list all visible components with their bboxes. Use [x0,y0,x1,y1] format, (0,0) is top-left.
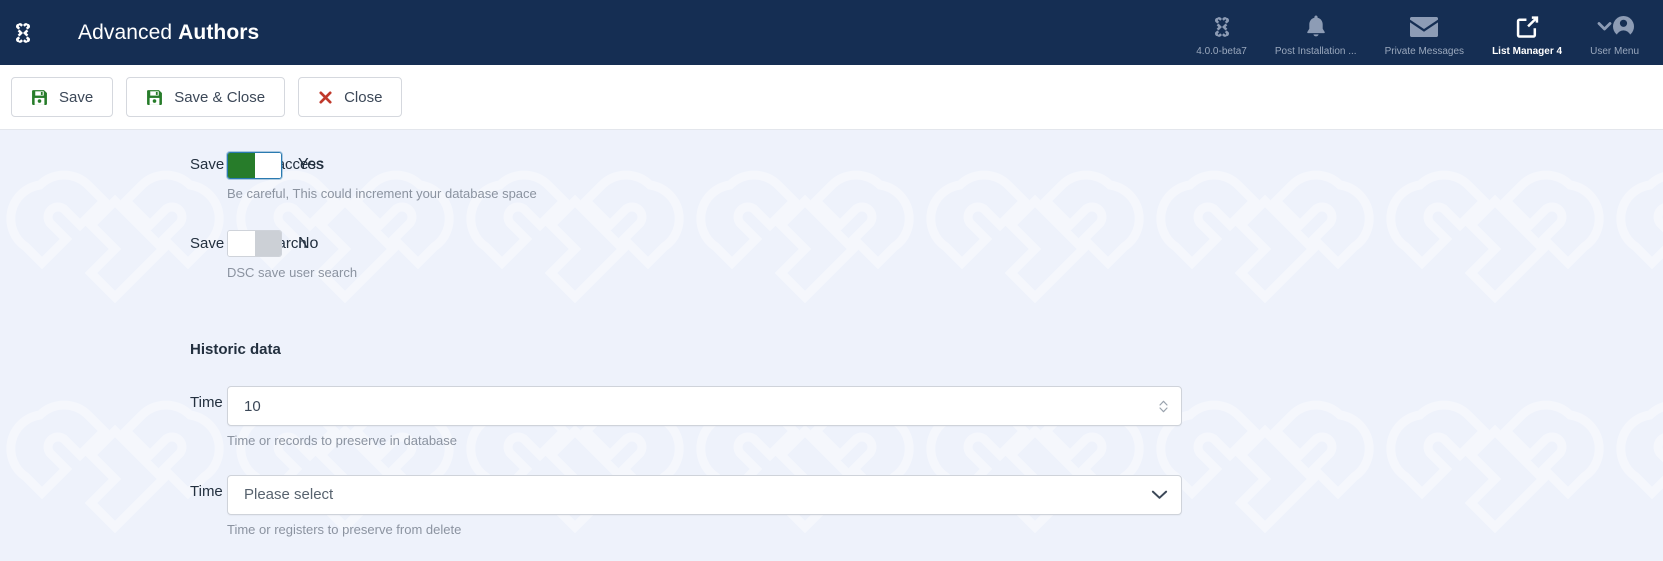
user-avatar-icon [1594,12,1636,42]
header-tool-label: Post Installation ... [1274,46,1357,57]
envelope-icon [1409,12,1439,42]
save-user-search-toggle[interactable] [227,230,282,258]
toggle-state-label: No [298,234,319,252]
close-button-label: Close [344,88,383,106]
save-and-close-button-label: Save & Close [174,88,266,106]
save-history-access-toggle[interactable] [227,151,282,179]
toolbar: Save Save & Close Close [0,65,1663,130]
save-disk-icon [146,89,163,106]
joomla-version-icon [1209,12,1235,42]
header-tool-post-installation[interactable]: Post Installation ... [1261,0,1371,65]
toggle-track-right [254,231,281,257]
header-tool-label: List Manager 4 [1492,46,1563,57]
page-title: Advanced Authors [78,21,259,45]
field-save-user-search: Save user search No DSC save user search [0,227,1663,282]
field-help-text: Time or records to preserve in database [227,433,458,449]
header-tools: 4.0.0-beta7 Post Installation ... Privat… [1182,0,1663,65]
joomla-logo-icon[interactable] [10,20,36,46]
number-stepper-icon[interactable] [1158,399,1169,414]
select-value: Please select [244,486,334,504]
header-tool-label: Private Messages [1384,46,1465,57]
header-tool-version[interactable]: 4.0.0-beta7 [1182,0,1261,65]
time-or-registers-type-select[interactable]: Please select [227,474,1182,515]
chevron-down-icon[interactable] [1150,488,1169,501]
field-help-text: DSC save user search [227,264,358,280]
header-tool-user-menu[interactable]: User Menu [1576,0,1653,65]
save-button[interactable]: Save [11,77,114,117]
header-tool-private-messages[interactable]: Private Messages [1371,0,1478,65]
chevron-down-icon [1597,22,1611,31]
section-title-historic-data: Historic data [190,341,281,359]
page-title-light: Advanced [78,20,179,44]
field-label: Save history access [190,156,324,173]
field-time-or-registers-type: Time or Registers type Please select Tim… [0,474,1663,539]
toggle-track-left [228,231,255,257]
bell-icon [1304,12,1328,42]
close-button[interactable]: Close [298,77,403,117]
field-help-text: Time or registers to preserve from delet… [227,521,462,537]
page-title-bold: Authors [178,20,260,44]
external-link-icon [1515,12,1540,42]
save-button-label: Save [59,88,94,106]
settings-form: Save history access Yes Be careful, This… [0,130,1663,538]
field-help-text: Be careful, This could increment your da… [227,186,537,201]
toggle-track-left [228,152,255,178]
close-x-icon [318,90,333,105]
toggle-track-right [254,152,281,178]
main-content: Save history access Yes Be careful, This… [0,130,1663,561]
field-label: Time or Registers type [190,482,340,500]
field-label: Time or records to preserve [190,394,374,412]
field-time-or-records-to-preserve: Time or records to preserve 10 Time or r… [0,386,1663,450]
save-disk-icon [31,89,48,106]
toggle-state-label: Yes [298,156,325,173]
header-tool-label: 4.0.0-beta7 [1196,46,1247,57]
header-tool-list-manager[interactable]: List Manager 4 [1478,0,1576,65]
field-label: Save user search [190,234,307,252]
field-save-history-access: Save history access Yes Be careful, This… [0,148,1663,203]
app-header: Advanced Authors 4.0.0-beta7 Post Instal… [0,0,1663,65]
save-and-close-button[interactable]: Save & Close [126,77,286,117]
header-tool-label: User Menu [1590,46,1639,57]
time-or-records-number-input[interactable]: 10 [227,386,1182,427]
input-value: 10 [244,397,261,415]
